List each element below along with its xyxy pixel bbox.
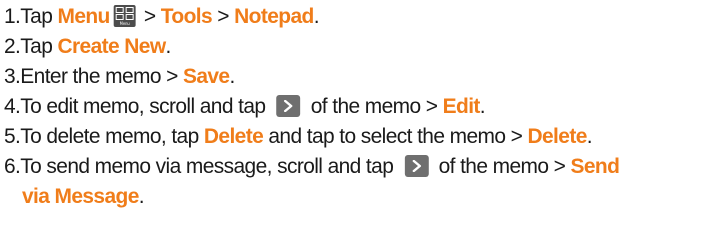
step-number: 1. bbox=[4, 5, 21, 28]
chevron-right-icon bbox=[276, 95, 301, 117]
step-3: 3.Enter the memo > Save. bbox=[4, 62, 708, 92]
step-number: 6. bbox=[4, 155, 21, 178]
menu-icon-label: Menu bbox=[119, 21, 130, 26]
keyword-send: Send bbox=[570, 155, 620, 178]
keyword-edit: Edit bbox=[442, 95, 481, 118]
step-text: To send memo via message, scroll and tap bbox=[20, 155, 399, 178]
step-text: of the memo > bbox=[433, 155, 571, 178]
step-text: Enter the memo > bbox=[20, 65, 183, 88]
keyword-via-message: via Message bbox=[21, 185, 139, 208]
step-text: > bbox=[212, 5, 235, 28]
keyword-delete-confirm: Delete bbox=[527, 125, 587, 148]
step-1: 1.Tap Menu Menu > Tools > Notepad. bbox=[4, 2, 708, 32]
step-text: . bbox=[313, 5, 320, 28]
keyword-save: Save bbox=[182, 65, 230, 88]
step-text: of the memo > bbox=[305, 95, 443, 118]
keyword-tools: Tools bbox=[160, 5, 213, 28]
chevron-right-icon bbox=[404, 155, 429, 177]
step-6: 6.To send memo via message, scroll and t… bbox=[4, 152, 708, 182]
step-text: Tap bbox=[20, 35, 58, 58]
step-text: . bbox=[138, 185, 145, 208]
step-text: . bbox=[229, 65, 235, 88]
step-6-continued: via Message. bbox=[4, 182, 708, 212]
keyword-delete: Delete bbox=[203, 125, 264, 148]
step-text: > bbox=[138, 5, 161, 28]
step-text: . bbox=[586, 125, 593, 148]
step-text: . bbox=[165, 35, 172, 58]
step-2: 2.Tap Create New. bbox=[4, 32, 708, 62]
step-text: Tap bbox=[20, 5, 58, 28]
keyword-create-new: Create New bbox=[57, 35, 166, 58]
step-number: 4. bbox=[4, 95, 21, 118]
step-text: . bbox=[479, 95, 486, 118]
menu-grid-icon: Menu bbox=[113, 5, 136, 27]
instruction-list: 1.Tap Menu Menu > Tools > Notepad. 2.Tap … bbox=[4, 2, 710, 212]
step-4: 4.To edit memo, scroll and tap of the me… bbox=[4, 92, 708, 122]
step-text: and tap to select the memo > bbox=[263, 125, 528, 148]
step-number: 2. bbox=[4, 35, 21, 58]
step-number: 3. bbox=[4, 65, 21, 88]
keyword-notepad: Notepad bbox=[234, 5, 314, 28]
step-5: 5.To delete memo, tap Delete and tap to … bbox=[4, 122, 708, 152]
step-text: To edit memo, scroll and tap bbox=[20, 95, 271, 118]
step-number: 5. bbox=[4, 125, 21, 148]
step-text: To delete memo, tap bbox=[20, 125, 204, 148]
keyword-menu: Menu bbox=[57, 5, 110, 28]
